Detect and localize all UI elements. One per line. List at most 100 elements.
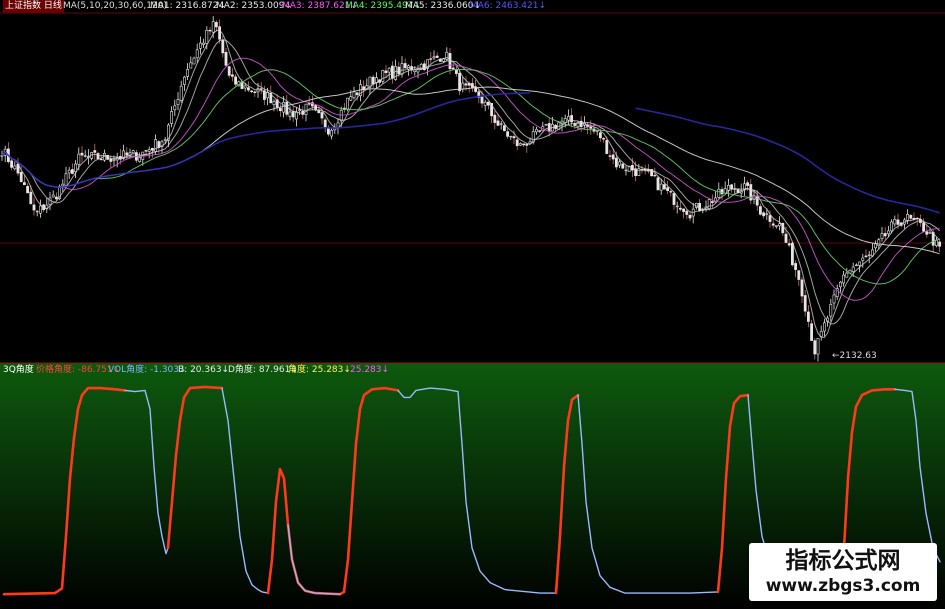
candle-body <box>672 193 676 205</box>
candle-body <box>778 223 782 227</box>
candle-body <box>822 322 826 332</box>
candle-body <box>26 186 30 194</box>
candle-body <box>96 153 100 160</box>
ma6-label: MA6: 2463.421↓ <box>470 1 547 11</box>
candle-body <box>512 136 516 139</box>
candle-body <box>864 255 868 258</box>
candle-body <box>224 52 228 66</box>
candle-body <box>454 69 458 74</box>
candle-body <box>768 215 772 222</box>
candle-body <box>403 63 407 69</box>
candle-body <box>720 189 724 195</box>
watermark-title: 指标公式网 <box>785 548 901 574</box>
candle-body <box>288 111 292 117</box>
candle-body <box>605 140 609 154</box>
candle-body <box>685 210 689 215</box>
ma2-label: MA2: 2353.009↓ <box>216 1 293 11</box>
candle-body <box>845 272 849 278</box>
candle-body <box>717 188 721 198</box>
candle-body <box>614 157 618 168</box>
candle-body <box>19 172 23 182</box>
candle-body <box>199 42 202 49</box>
candle-body <box>854 264 858 267</box>
candle-body <box>458 72 462 92</box>
candle-body <box>794 263 798 270</box>
candle-body <box>890 221 894 232</box>
b-label: B: 20.363↓ <box>178 365 230 375</box>
candle-body <box>880 233 884 239</box>
candle-body <box>922 222 926 232</box>
candle-body <box>806 311 810 322</box>
candle-body <box>928 231 932 234</box>
candle-body <box>675 205 679 208</box>
candle-body <box>598 132 602 139</box>
candle-body <box>231 74 234 77</box>
candle-body <box>730 184 734 190</box>
candle-body <box>384 70 388 74</box>
candle-body <box>51 194 55 198</box>
candle-body <box>22 182 26 186</box>
candle-body <box>320 112 324 119</box>
candle-body <box>618 161 622 166</box>
candle-body <box>32 204 36 211</box>
candle-body <box>54 196 58 200</box>
candle-body <box>461 82 465 90</box>
candle-body <box>294 112 298 120</box>
candle-body <box>176 99 180 105</box>
candle-body <box>906 214 910 221</box>
candle-body <box>525 143 529 146</box>
candle-body <box>83 155 87 157</box>
candle-body <box>278 108 282 112</box>
candle-body <box>336 122 340 128</box>
candle-body <box>771 223 775 226</box>
candle-body <box>259 88 263 90</box>
candle-body <box>355 92 359 96</box>
candle-body <box>509 135 513 138</box>
main-title: 上证指数 日线 <box>3 0 64 13</box>
candle-body <box>534 128 538 133</box>
candle-body <box>323 119 327 128</box>
candle-body <box>861 257 865 261</box>
candle-body <box>170 111 174 124</box>
candle-body <box>221 39 225 54</box>
candle-body <box>858 261 862 266</box>
candle-body <box>186 69 190 77</box>
ma-line-ma3 <box>1 57 940 301</box>
candle-body <box>397 66 401 75</box>
candle-body <box>883 233 887 237</box>
candle-body <box>563 118 567 123</box>
candle-body <box>682 208 686 212</box>
candle-body <box>515 139 519 147</box>
candle-body <box>758 206 762 215</box>
candle-body <box>253 91 257 94</box>
candle-body <box>35 210 39 213</box>
candle-body <box>234 76 238 85</box>
stock-chart <box>0 12 945 609</box>
candle-body <box>304 103 308 115</box>
candle-body <box>851 266 855 272</box>
candle-body <box>298 109 302 112</box>
candle-body <box>496 120 500 126</box>
candle-body <box>803 295 807 312</box>
candle-body <box>483 101 487 106</box>
candle-body <box>179 85 183 101</box>
candle-body <box>151 147 154 151</box>
candle-body <box>746 182 750 186</box>
candle-body <box>247 87 250 91</box>
candle-body <box>506 131 510 137</box>
candle-body <box>838 281 842 288</box>
candle-body <box>502 125 506 132</box>
candle-body <box>74 163 78 173</box>
candle-body <box>765 213 769 215</box>
candle-body <box>486 101 490 106</box>
candle-body <box>666 187 670 192</box>
candle-body <box>611 154 615 160</box>
angle2-label: 25.283↓ <box>350 365 390 375</box>
candle-body <box>112 159 116 161</box>
ma-line-ma4 <box>1 68 940 285</box>
candle-body <box>678 207 682 210</box>
angle-label: 角度: 25.283↓ <box>288 365 351 375</box>
sub-title: 3Q角度 <box>3 365 34 375</box>
candle-body <box>669 191 673 193</box>
candle-body <box>208 29 212 32</box>
